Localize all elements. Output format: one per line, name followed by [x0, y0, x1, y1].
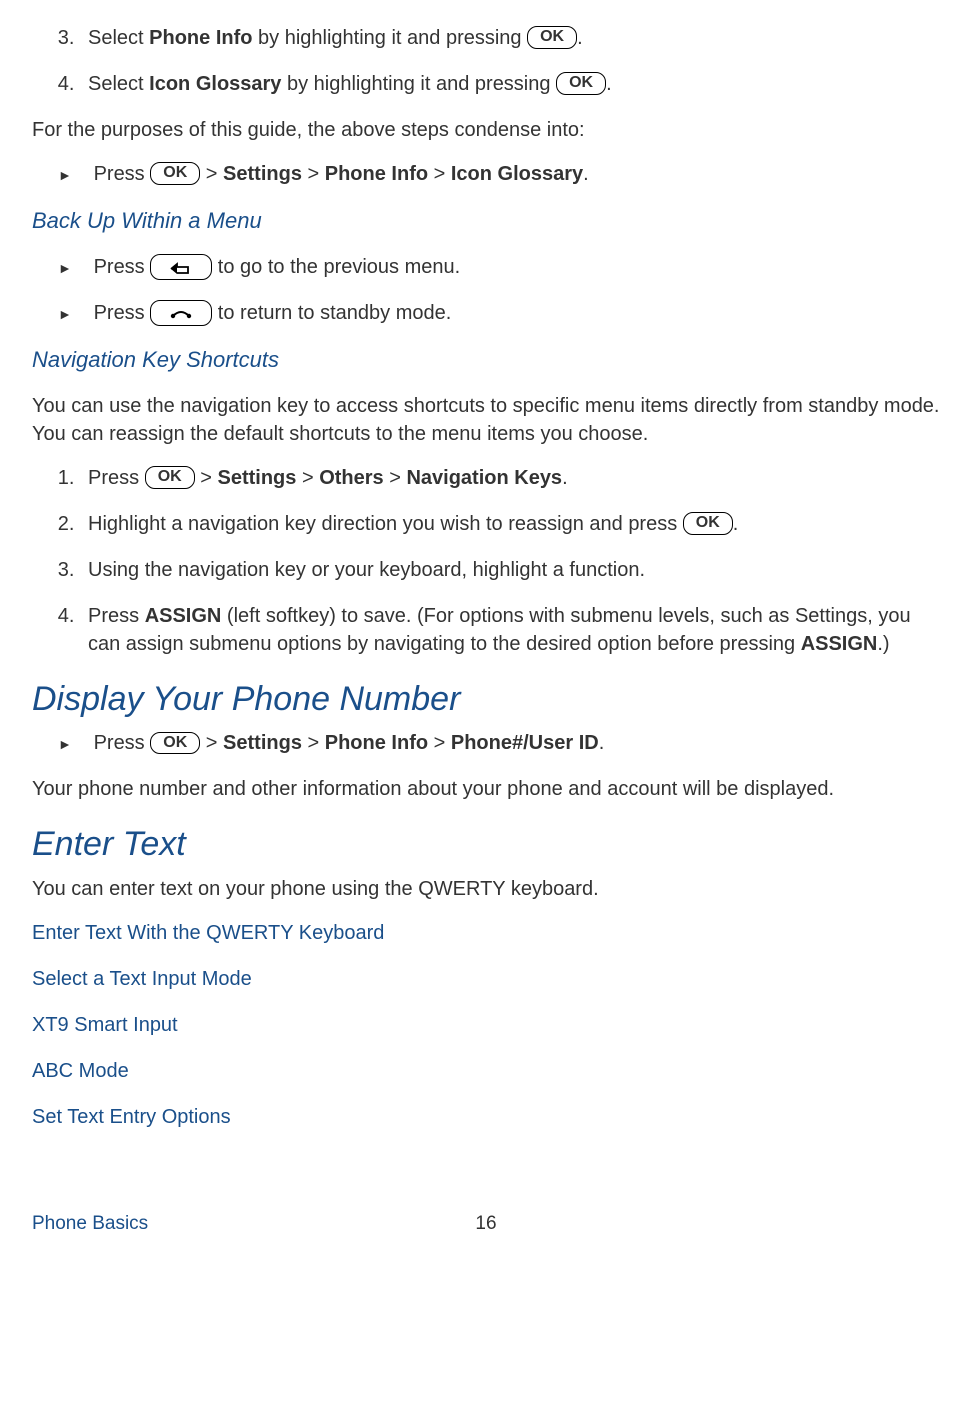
back-key-icon [150, 254, 212, 280]
path: Settings [217, 467, 296, 489]
link-xt9[interactable]: XT9 Smart Input [32, 1011, 940, 1039]
step-text: . [606, 73, 612, 95]
text: > [428, 163, 451, 185]
navkey-intro: You can use the navigation key to access… [32, 392, 940, 448]
display-list: Press OK > Settings > Phone Info > Phone… [32, 729, 940, 757]
step-bold: Phone Info [149, 27, 252, 49]
text: > [302, 732, 325, 754]
nk-step-1: Press OK > Settings > Others > Navigatio… [80, 464, 940, 492]
bold: ASSIGN [801, 633, 878, 655]
path: Icon Glossary [451, 163, 583, 185]
heading-back-up: Back Up Within a Menu [32, 206, 940, 237]
text: > [195, 467, 218, 489]
step-4: Select Icon Glossary by highlighting it … [80, 70, 940, 98]
path: Phone Info [325, 732, 428, 754]
steps-list-top: Select Phone Info by highlighting it and… [32, 24, 940, 98]
heading-nav-shortcuts: Navigation Key Shortcuts [32, 345, 940, 376]
text: .) [877, 633, 889, 655]
step-bold: Icon Glossary [149, 73, 281, 95]
nk-step-2: Highlight a navigation key direction you… [80, 510, 940, 538]
text: to return to standby mode. [212, 302, 451, 324]
path: Phone Info [325, 163, 428, 185]
bold: ASSIGN [145, 605, 222, 627]
text: > [302, 163, 325, 185]
text: . [583, 163, 589, 185]
text: Press [94, 163, 151, 185]
text: Highlight a navigation key direction you… [88, 513, 683, 535]
text: Press [94, 732, 151, 754]
heading-enter-text: Enter Text [32, 821, 940, 869]
navkey-steps: Press OK > Settings > Others > Navigatio… [32, 464, 940, 658]
ok-key-icon: OK [150, 162, 200, 185]
step-text: . [577, 27, 583, 49]
ok-key-icon: OK [145, 466, 195, 489]
text: > [428, 732, 451, 754]
text: . [599, 732, 605, 754]
path: Phone#/User ID [451, 732, 599, 754]
ok-key-icon: OK [683, 512, 733, 535]
text: Press [94, 302, 151, 324]
end-key-icon [150, 300, 212, 326]
text: Press [88, 467, 145, 489]
footer: Phone Basics 16 [32, 1211, 940, 1238]
nk-step-3: Using the navigation key or your keyboar… [80, 556, 940, 584]
text: > [200, 163, 223, 185]
step-3: Select Phone Info by highlighting it and… [80, 24, 940, 52]
footer-title: Phone Basics [32, 1213, 148, 1234]
text: Press [88, 605, 145, 627]
step-text: Select [88, 73, 149, 95]
text: . [733, 513, 739, 535]
text: to go to the previous menu. [212, 256, 460, 278]
text: > [200, 732, 223, 754]
link-qwerty[interactable]: Enter Text With the QWERTY Keyboard [32, 919, 940, 947]
backup-list: Press to go to the previous menu. Press … [32, 253, 940, 327]
link-set-options[interactable]: Set Text Entry Options [32, 1103, 940, 1131]
path: Settings [223, 732, 302, 754]
step-text: Select [88, 27, 149, 49]
text: Press [94, 256, 151, 278]
nk-step-4: Press ASSIGN (left softkey) to save. (Fo… [80, 602, 940, 658]
text: > [296, 467, 319, 489]
page-number: 16 [475, 1211, 496, 1238]
ok-key-icon: OK [556, 72, 606, 95]
ok-key-icon: OK [527, 26, 577, 49]
backup-item-2: Press to return to standby mode. [80, 299, 940, 327]
condense-item: Press OK > Settings > Phone Info > Icon … [80, 160, 940, 188]
text: . [562, 467, 568, 489]
condense-list: Press OK > Settings > Phone Info > Icon … [32, 160, 940, 188]
display-item: Press OK > Settings > Phone Info > Phone… [80, 729, 940, 757]
link-abc[interactable]: ABC Mode [32, 1057, 940, 1085]
display-note: Your phone number and other information … [32, 775, 940, 803]
backup-item-1: Press to go to the previous menu. [80, 253, 940, 281]
path: Settings [223, 163, 302, 185]
text: > [384, 467, 407, 489]
step-text: by highlighting it and pressing [281, 73, 556, 95]
heading-display-phone-number: Display Your Phone Number [32, 676, 940, 724]
enter-intro: You can enter text on your phone using t… [32, 875, 940, 903]
condense-intro: For the purposes of this guide, the abov… [32, 116, 940, 144]
path: Navigation Keys [406, 467, 562, 489]
ok-key-icon: OK [150, 732, 200, 755]
step-text: by highlighting it and pressing [252, 27, 527, 49]
path: Others [319, 467, 383, 489]
text: Using the navigation key or your keyboar… [88, 559, 645, 581]
link-select-mode[interactable]: Select a Text Input Mode [32, 965, 940, 993]
